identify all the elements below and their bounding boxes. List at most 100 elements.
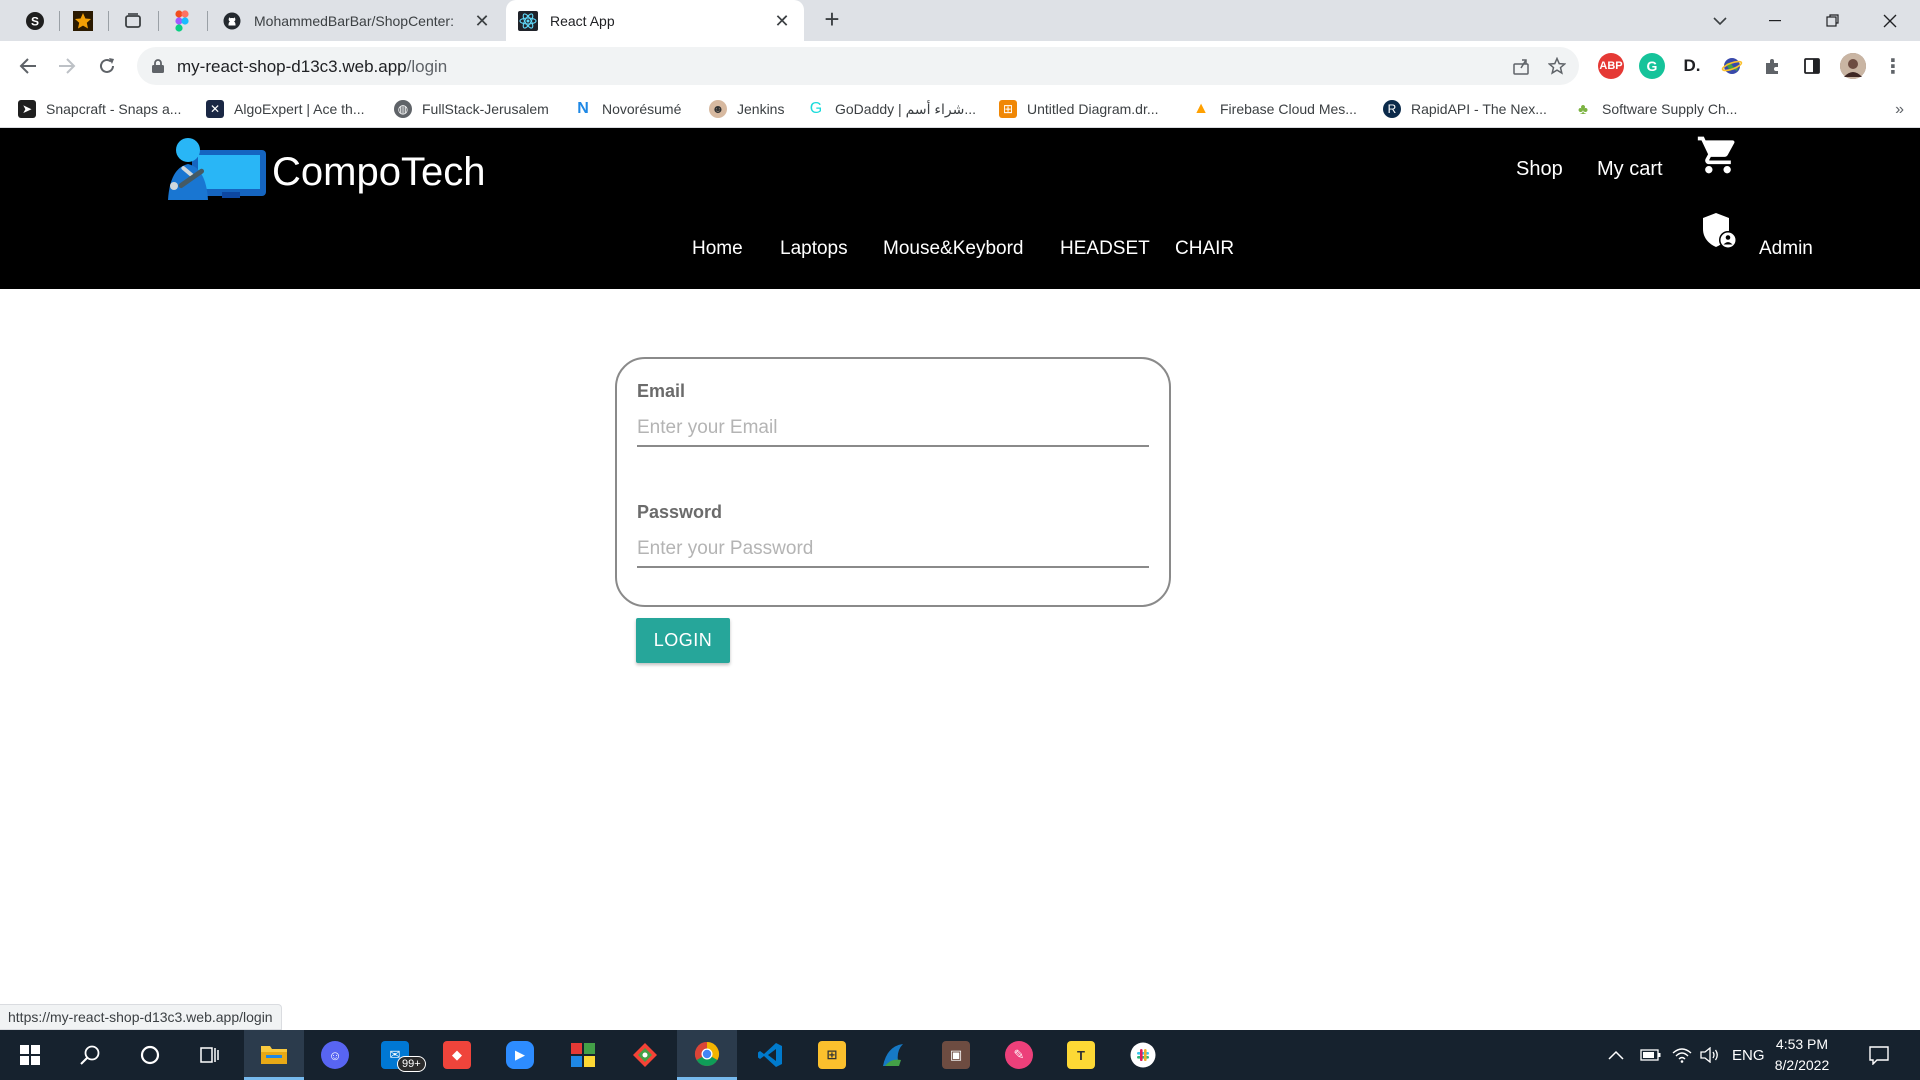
battery-status[interactable]: [1640, 1030, 1662, 1080]
close-tab-icon[interactable]: ✕: [772, 11, 792, 31]
profile-avatar[interactable]: [1840, 53, 1866, 79]
bookmark-label: Software Supply Ch...: [1602, 101, 1738, 117]
bookmark-snapcraft[interactable]: ➤ Snapcraft - Snaps a...: [18, 97, 181, 121]
nav-chair[interactable]: CHAIR: [1175, 238, 1234, 260]
show-hidden-icons[interactable]: [1608, 1030, 1624, 1080]
pinned-tab-skype[interactable]: S: [22, 8, 48, 34]
new-tab-button[interactable]: +: [818, 6, 846, 34]
input-language[interactable]: ENG: [1732, 1030, 1765, 1080]
taskbar-file-explorer[interactable]: [244, 1030, 304, 1080]
globe-extension-icon[interactable]: [1719, 53, 1745, 79]
admin-shield-icon[interactable]: [1700, 211, 1740, 251]
bookmark-novoresume[interactable]: N Novorésumé: [574, 97, 681, 121]
email-label: Email: [637, 381, 686, 401]
bookmark-rapidapi[interactable]: R RapidAPI - The Nex...: [1383, 97, 1547, 121]
compotech-logo[interactable]: [162, 136, 270, 200]
close-tab-icon[interactable]: ✕: [472, 11, 492, 31]
task-view-button[interactable]: [180, 1030, 240, 1080]
restore-button[interactable]: [1805, 0, 1861, 41]
tab-search-chevron-icon[interactable]: [1692, 0, 1748, 41]
adblock-extension-icon[interactable]: ABP: [1598, 53, 1624, 79]
taskbar-virtualbox[interactable]: ▣: [926, 1030, 986, 1080]
password-label: Password: [637, 502, 723, 522]
login-form: Email Password: [615, 357, 1171, 607]
tab-title: React App: [550, 12, 615, 29]
extensions-puzzle-icon[interactable]: [1759, 53, 1785, 79]
bookmark-godaddy[interactable]: G GoDaddy | شراء أسم...: [807, 97, 976, 121]
address-bar[interactable]: my-react-shop-d13c3.web.app/login: [137, 47, 1579, 85]
side-panel-icon[interactable]: [1799, 53, 1825, 79]
svg-text:S: S: [31, 15, 39, 29]
taskbar-paint[interactable]: ✎: [989, 1030, 1049, 1080]
password-input[interactable]: [637, 532, 1149, 568]
browser-toolbar: my-react-shop-d13c3.web.app/login ABP G …: [0, 41, 1920, 91]
clock-date: 8/2/2022: [1774, 1057, 1830, 1073]
tab-github[interactable]: MohammedBarBar/ShopCenter: ✕: [210, 0, 504, 41]
reload-button[interactable]: [91, 50, 123, 82]
taskbar-yellow-app[interactable]: ⊞: [802, 1030, 862, 1080]
taskbar-slack[interactable]: [1113, 1030, 1173, 1080]
shop-link[interactable]: Shop: [1516, 158, 1563, 181]
vscode-icon: [758, 1043, 782, 1067]
grammarly-extension-icon[interactable]: G: [1639, 53, 1665, 79]
cart-icon[interactable]: [1696, 133, 1740, 177]
anydesk-icon: ◆: [443, 1041, 471, 1069]
taskbar-vscode[interactable]: [740, 1030, 800, 1080]
bookmark-jenkins[interactable]: ☻ Jenkins: [709, 97, 784, 121]
cortana-button[interactable]: [120, 1030, 180, 1080]
bookmark-firebase[interactable]: ▲ Firebase Cloud Mes...: [1192, 97, 1357, 121]
forward-button[interactable]: [51, 50, 83, 82]
taskbar-chrome[interactable]: [677, 1030, 737, 1080]
bookmark-drawio[interactable]: ⊞ Untitled Diagram.dr...: [999, 97, 1159, 121]
nav-laptops[interactable]: Laptops: [780, 238, 848, 260]
system-clock[interactable]: 4:53 PM 8/2/2022: [1762, 1034, 1842, 1076]
pinned-tab-star[interactable]: [70, 8, 96, 34]
pinned-tab-reader[interactable]: [120, 8, 146, 34]
wifi-status[interactable]: [1672, 1030, 1692, 1080]
email-input[interactable]: [637, 411, 1149, 447]
share-icon[interactable]: [1511, 56, 1531, 76]
login-button[interactable]: LOGIN: [636, 618, 730, 663]
close-window-button[interactable]: [1862, 0, 1918, 41]
bookmark-fullstack[interactable]: ◍ FullStack-Jerusalem: [394, 97, 549, 121]
virtualbox-icon: ▣: [942, 1041, 970, 1069]
pinned-tab-figma[interactable]: [169, 8, 195, 34]
taskbar-anydesk[interactable]: ◆: [427, 1030, 487, 1080]
nav-mouse-keyboard[interactable]: Mouse&Keybord: [883, 238, 1023, 260]
url-host: my-react-shop-d13c3.web.app: [177, 57, 407, 76]
taskbar-office[interactable]: [553, 1030, 613, 1080]
start-button[interactable]: [0, 1030, 60, 1080]
address-url: my-react-shop-d13c3.web.app/login: [177, 57, 447, 77]
bookmark-star-icon[interactable]: [1547, 56, 1567, 76]
search-button[interactable]: [60, 1030, 120, 1080]
jenkins-icon: ☻: [709, 100, 727, 118]
taskbar-git[interactable]: [615, 1030, 675, 1080]
bookmark-supply-chain[interactable]: ♣ Software Supply Ch...: [1574, 97, 1737, 121]
my-cart-link[interactable]: My cart: [1597, 158, 1663, 181]
dashlane-extension-icon[interactable]: D.: [1679, 53, 1705, 79]
notification-icon: [1869, 1046, 1889, 1065]
chrome-menu-icon[interactable]: ⋮: [1880, 53, 1906, 79]
taskbar-notes[interactable]: T: [1051, 1030, 1111, 1080]
grammarly-label: G: [1646, 58, 1658, 74]
minimize-button[interactable]: [1748, 0, 1804, 41]
action-center-button[interactable]: [1868, 1030, 1890, 1080]
admin-link[interactable]: Admin: [1759, 238, 1813, 260]
site-header: CompoTech Shop My cart Home Laptops Mous…: [0, 128, 1920, 289]
taskbar-zoom[interactable]: ▶: [490, 1030, 550, 1080]
taskbar-mail[interactable]: ✉ 99+: [365, 1030, 426, 1080]
tab-react-app[interactable]: React App ✕: [506, 0, 804, 41]
back-button[interactable]: [12, 50, 44, 82]
taskbar-discord[interactable]: ☺: [305, 1030, 365, 1080]
more-bookmarks-icon[interactable]: »: [1895, 101, 1904, 119]
godaddy-icon: G: [809, 100, 823, 117]
link-status-bubble: https://my-react-shop-d13c3.web.app/logi…: [0, 1004, 282, 1030]
bookmark-algoexpert[interactable]: ✕ AlgoExpert | Ace th...: [206, 97, 364, 121]
volume-control[interactable]: [1700, 1030, 1720, 1080]
brand-name[interactable]: CompoTech: [272, 150, 485, 195]
forward-arrow-icon: [59, 58, 76, 74]
nav-headset[interactable]: HEADSET: [1060, 238, 1150, 260]
github-icon: [222, 11, 242, 31]
nav-home[interactable]: Home: [692, 238, 743, 260]
taskbar-wireshark[interactable]: [864, 1030, 924, 1080]
